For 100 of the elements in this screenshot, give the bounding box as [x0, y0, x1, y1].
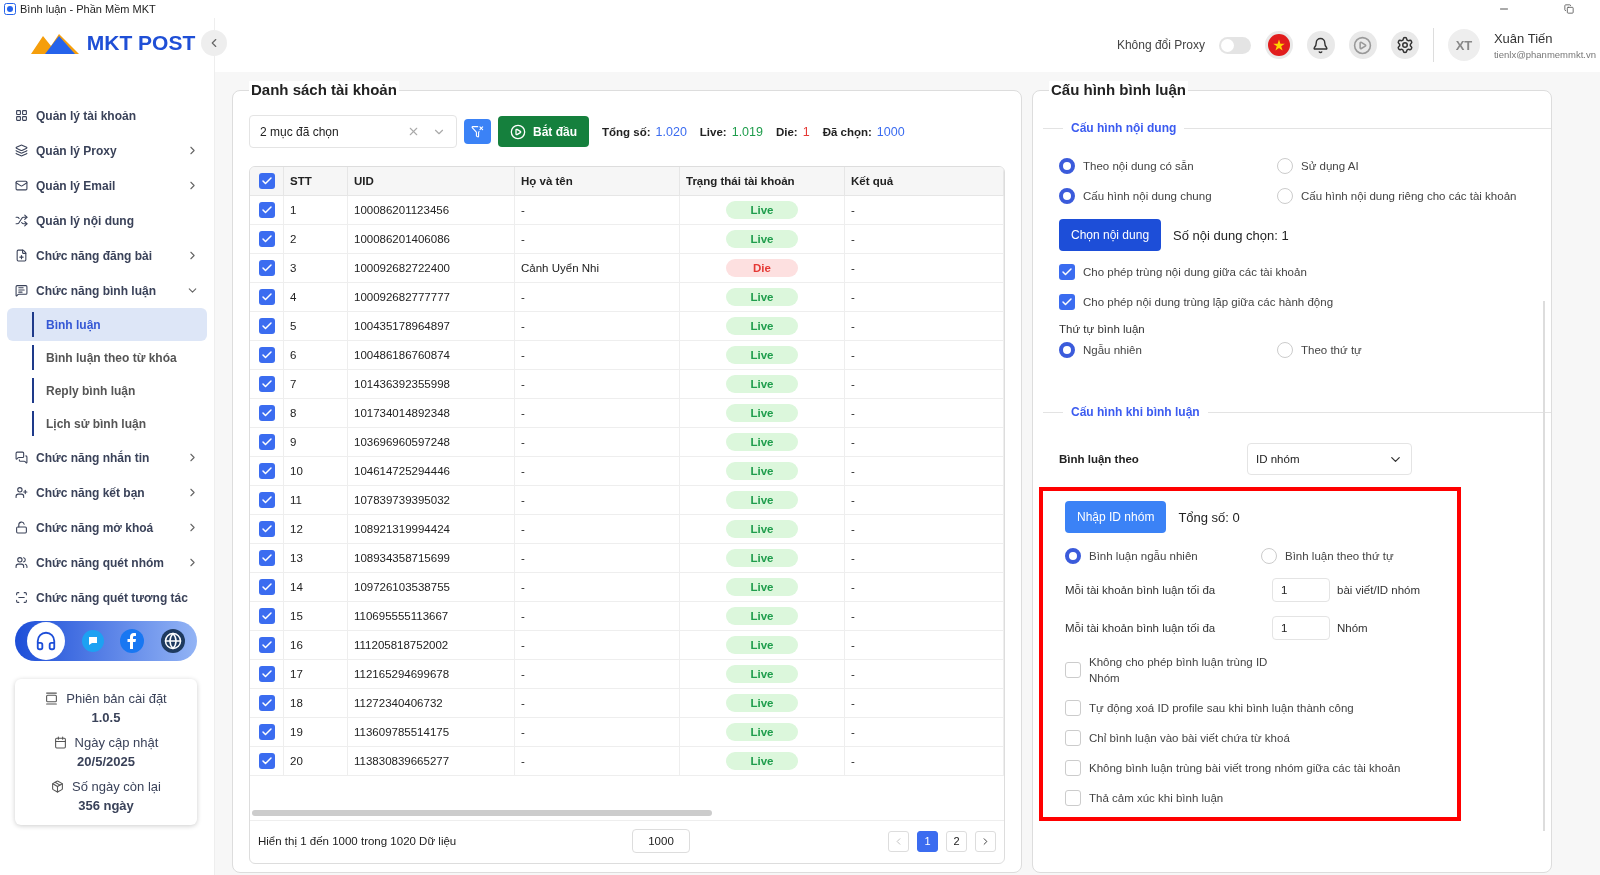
sidebar-subitem[interactable]: Reply bình luận — [7, 374, 207, 407]
notification-button[interactable] — [1306, 31, 1335, 59]
facebook-icon[interactable] — [120, 629, 145, 653]
support-icon[interactable] — [27, 622, 66, 660]
page-size-field[interactable]: 1000 — [632, 829, 690, 853]
start-button[interactable]: Bắt đầu — [498, 116, 589, 147]
checkbox[interactable] — [258, 376, 275, 392]
checkbox-option[interactable]: Không bình luận trùng bài viết trong nhóm giữa các tài khoản — [1065, 753, 1437, 783]
checkbox[interactable] — [258, 231, 275, 247]
page-button[interactable]: 1 — [917, 830, 938, 852]
checkbox-option[interactable]: Không cho phép bình luận trùng ID Nhóm — [1065, 647, 1437, 693]
import-group-id-button[interactable]: Nhập ID nhóm — [1065, 501, 1167, 533]
checkbox[interactable] — [258, 347, 275, 363]
radio-option[interactable]: Theo nội dung có sẵn — [1059, 158, 1277, 174]
sidebar-item[interactable]: Quản lý tài khoản — [7, 98, 207, 133]
checkbox-option[interactable]: Cho phép nội dung trùng lặp giữa các hành động — [1059, 287, 1541, 317]
restore-icon[interactable] — [1564, 4, 1574, 14]
checkbox-option[interactable]: Cho phép trùng nội dung giữa các tài khoản — [1059, 257, 1541, 287]
checkbox-option[interactable]: Chỉ bình luận vào bài viết chứa từ khoá — [1065, 723, 1437, 753]
settings-button[interactable] — [1390, 31, 1419, 59]
checkbox[interactable] — [258, 434, 275, 450]
sidebar-item[interactable]: Quản lý Proxy — [7, 133, 207, 168]
checkbox[interactable] — [258, 318, 275, 334]
account-select[interactable]: 2 mục đã chọn — [249, 115, 457, 148]
checkbox[interactable] — [1065, 790, 1081, 806]
checkbox[interactable] — [258, 637, 275, 653]
checkbox[interactable] — [258, 289, 275, 305]
sidebar-item[interactable]: Chức năng quét nhóm — [7, 545, 207, 580]
section-title: Cấu hình khi bình luận — [1071, 405, 1200, 419]
checkbox[interactable] — [258, 666, 275, 682]
checkbox[interactable] — [258, 608, 275, 624]
status-badge: Live — [726, 578, 798, 596]
scrollbar[interactable] — [252, 810, 712, 816]
checkbox[interactable] — [258, 521, 275, 537]
radio-option[interactable]: Sử dụng AI — [1277, 158, 1541, 174]
table-cell: - — [845, 254, 1004, 283]
number-field[interactable]: 1 — [1272, 578, 1330, 602]
radio-option[interactable]: Cấu hình nội dung riêng cho các tài khoản — [1277, 188, 1541, 204]
radio-option[interactable]: Ngẫu nhiên — [1059, 342, 1277, 358]
radio-option[interactable]: Cấu hình nội dung chung — [1059, 188, 1277, 204]
checkbox-option[interactable]: Thả cảm xúc khi bình luận — [1065, 783, 1437, 813]
column-header: STT — [284, 167, 348, 196]
sidebar-item[interactable]: Quản lý Email — [7, 168, 207, 203]
checkbox[interactable] — [1059, 294, 1075, 310]
radio-option[interactable]: Theo thứ tự — [1277, 342, 1541, 358]
version-icon — [45, 692, 59, 705]
checkbox[interactable] — [258, 550, 275, 566]
checkbox[interactable] — [258, 260, 275, 276]
comment-by-dropdown[interactable]: ID nhóm — [1247, 443, 1412, 475]
table-cell: 109726103538755 — [348, 573, 515, 602]
checkbox[interactable] — [258, 202, 275, 218]
sidebar-subitem[interactable]: Bình luận — [7, 308, 207, 341]
info-value: 20/5/2025 — [77, 754, 135, 769]
globe-icon[interactable] — [160, 629, 185, 653]
sidebar-item[interactable]: Quản lý nội dung — [7, 203, 207, 238]
checkbox-option[interactable]: Tự động xoá ID profile sau khi bình luận thành công — [1065, 693, 1437, 723]
checkbox[interactable] — [258, 173, 275, 189]
checkbox[interactable] — [258, 492, 275, 508]
sidebar-item[interactable]: Chức năng nhắn tin — [7, 440, 207, 475]
sidebar-item[interactable]: Chức năng mở khoá — [7, 510, 207, 545]
checkbox[interactable] — [1065, 662, 1081, 678]
table-cell: 110695555113667 — [348, 602, 515, 631]
table-cell: - — [515, 341, 680, 370]
radio-option[interactable]: Bình luận ngẫu nhiên — [1065, 548, 1261, 564]
sidebar-item[interactable]: Chức năng quét tương tác — [7, 580, 207, 615]
checkbox[interactable] — [1065, 760, 1081, 776]
chat-bubble-icon[interactable] — [81, 630, 104, 652]
checkbox[interactable] — [258, 579, 275, 595]
clear-filter-button[interactable] — [464, 119, 491, 144]
box-icon — [51, 780, 65, 793]
check-icon — [260, 494, 273, 506]
checkbox[interactable] — [258, 405, 275, 421]
checkbox[interactable] — [258, 724, 275, 740]
scrollbar[interactable] — [1543, 301, 1545, 831]
check-icon — [260, 262, 273, 274]
language-button[interactable] — [1264, 31, 1293, 59]
choose-content-button[interactable]: Chọn nội dung — [1059, 219, 1162, 251]
number-field[interactable]: 1 — [1272, 616, 1330, 640]
radio-option[interactable]: Bình luận theo thứ tự — [1261, 548, 1437, 564]
sidebar-subitem[interactable]: Bình luận theo từ khóa — [7, 341, 207, 374]
sidebar-item-label: Quản lý Proxy — [36, 143, 118, 158]
checkbox[interactable] — [1065, 730, 1081, 746]
unit-label: bài viết/ID nhóm — [1337, 584, 1422, 596]
checkbox[interactable] — [1065, 700, 1081, 716]
check-icon — [260, 233, 273, 245]
checkbox[interactable] — [258, 695, 275, 711]
sidebar-item[interactable]: Chức năng bình luận — [7, 273, 207, 308]
proxy-toggle[interactable] — [1218, 36, 1251, 54]
sidebar-item[interactable]: Chức năng đăng bài — [7, 238, 207, 273]
checkbox[interactable] — [258, 753, 275, 769]
checkbox[interactable] — [258, 463, 275, 479]
table-cell: - — [515, 573, 680, 602]
sidebar-subitem[interactable]: Lịch sử bình luận — [7, 407, 207, 440]
sidebar-item[interactable]: Chức năng kết bạn — [7, 475, 207, 510]
checkbox[interactable] — [1059, 264, 1075, 280]
page-button[interactable]: 2 — [946, 830, 967, 852]
check-icon — [260, 726, 273, 738]
status-badge: Live — [726, 491, 798, 509]
play-button[interactable] — [1348, 31, 1377, 59]
flag-icon — [1267, 34, 1290, 56]
